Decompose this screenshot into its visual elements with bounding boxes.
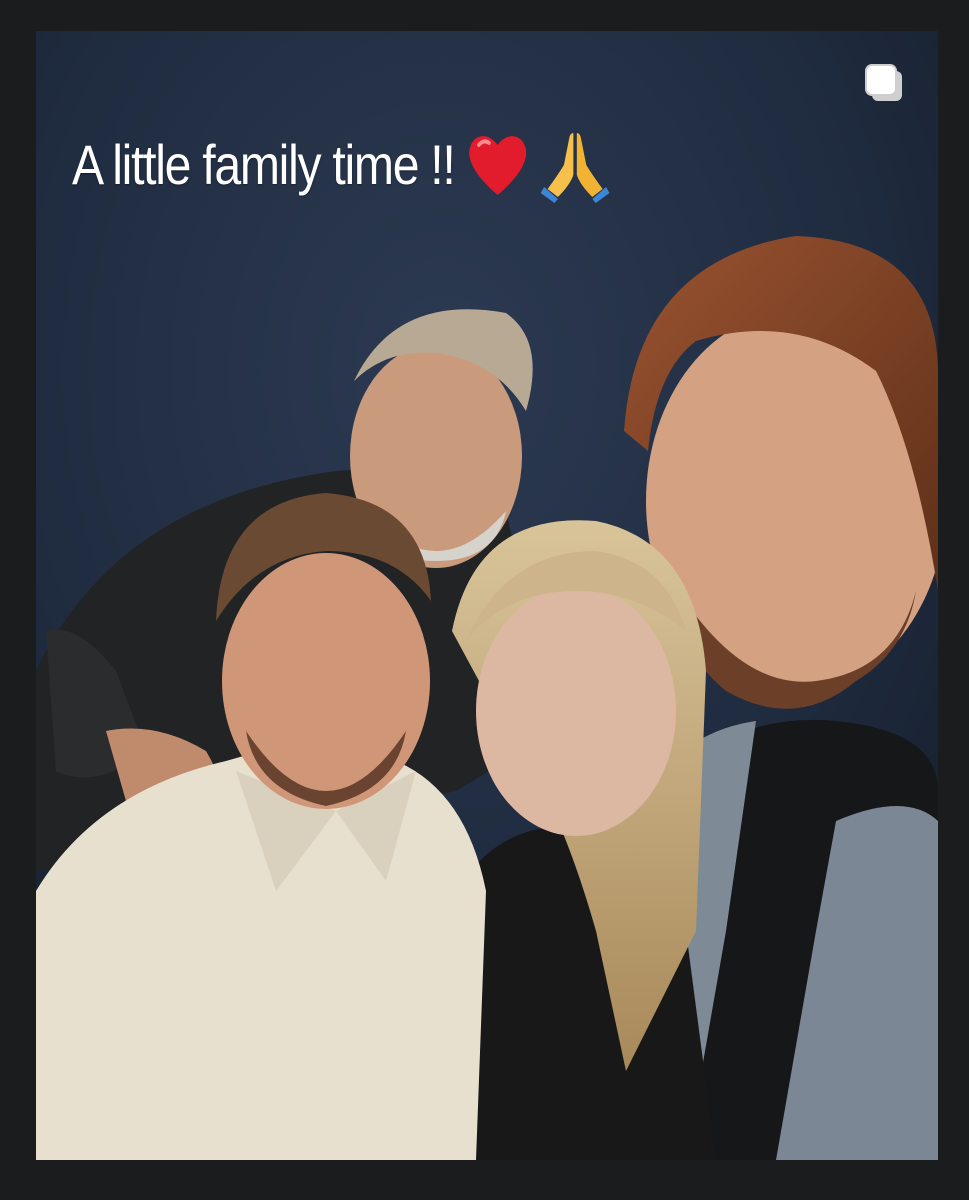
red-heart-emoji-icon <box>468 136 526 195</box>
folded-hands-emoji-icon <box>540 133 610 203</box>
photo-frame[interactable]: A little family time !! <box>36 31 938 1160</box>
story-caption: A little family time !! <box>72 125 610 205</box>
multiple-images-icon <box>865 64 902 101</box>
caption-text: A little family time !! <box>72 133 456 196</box>
